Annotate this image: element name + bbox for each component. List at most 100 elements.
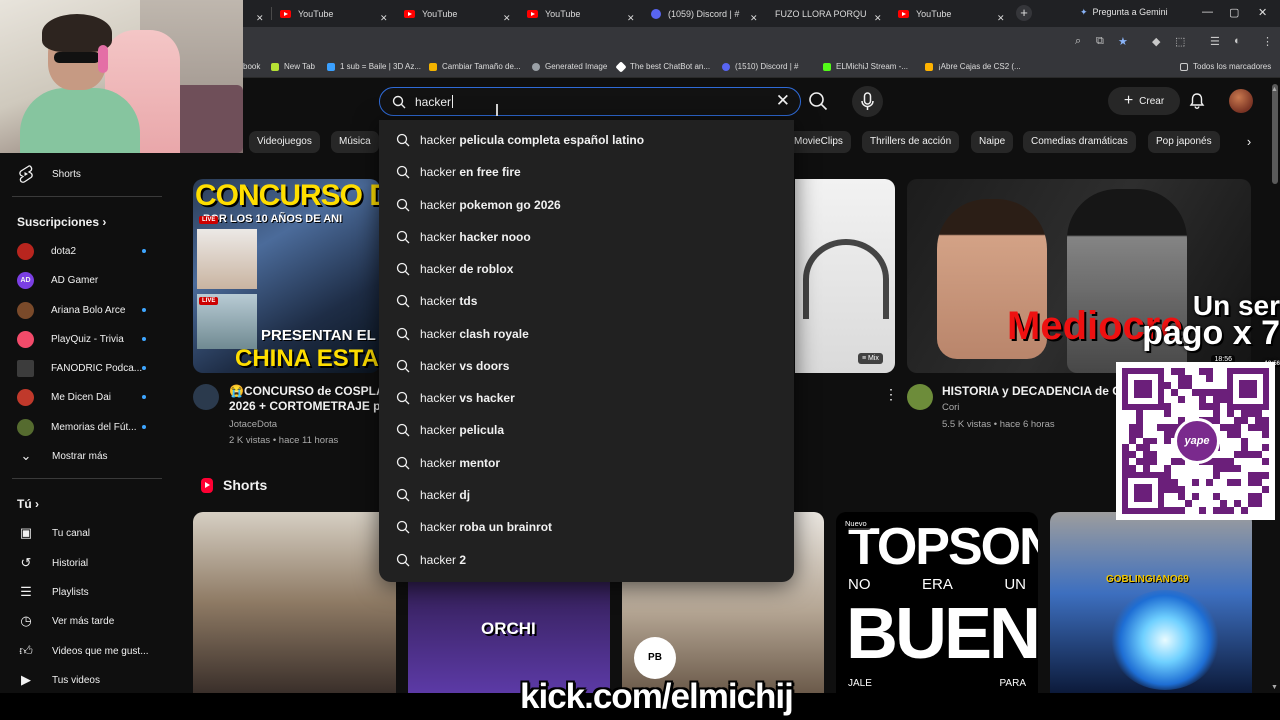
chips-next-arrow-icon[interactable]: › — [1239, 131, 1259, 153]
sidebar-item-watch-later[interactable]: ◷ Ver más tarde — [17, 611, 114, 631]
voice-search-button[interactable] — [852, 86, 883, 117]
microphone-icon — [861, 92, 874, 110]
search-suggestion[interactable]: hacker de roblox — [379, 254, 794, 284]
sidebar-channel[interactable]: AD AD Gamer — [17, 270, 98, 290]
all-bookmarks-folder[interactable]: Todos los marcadores — [1180, 62, 1271, 71]
qr-cell — [1171, 403, 1178, 410]
more-options-icon[interactable]: ⋮ — [884, 387, 898, 401]
search-input[interactable]: hacker ✕ — [379, 87, 801, 116]
short-thumbnail[interactable] — [193, 512, 396, 693]
extension-icon[interactable]: ◆ — [1152, 35, 1160, 48]
page-scrollbar[interactable] — [1272, 84, 1278, 184]
bookmark-item[interactable]: (1510) Discord | # — [722, 62, 798, 71]
you-heading[interactable]: Tú › — [17, 497, 39, 511]
new-content-dot — [142, 395, 146, 399]
search-suggestion[interactable]: hacker pelicula — [379, 415, 794, 445]
video-title[interactable]: HISTORIA y DECADENCIA de CU — [942, 384, 1130, 399]
filter-chip[interactable]: MovieClips — [786, 131, 851, 153]
filter-chip[interactable]: Naipe — [971, 131, 1014, 153]
bookmark-item[interactable]: ELMichiJ Stream -... — [823, 62, 908, 71]
bookmark-item[interactable]: New Tab — [271, 62, 315, 71]
search-suggestion[interactable]: hacker clash royale — [379, 319, 794, 349]
show-more-button[interactable]: ⌄ Mostrar más — [17, 446, 108, 466]
search-suggestion[interactable]: hacker 2 — [379, 545, 794, 575]
filter-chip[interactable]: Comedias dramáticas — [1023, 131, 1136, 153]
sidebar-item-history[interactable]: ↺ Historial — [17, 553, 89, 573]
bookmark-item[interactable]: Cambiar Tamaño de... — [429, 62, 521, 71]
video-thumbnail[interactable]: CONCURSO D POR LOS 10 AÑOS DE ANI LIVE L… — [193, 179, 380, 373]
shorts-section-title: Shorts — [201, 477, 267, 493]
maximize-icon[interactable]: ▢ — [1229, 6, 1239, 19]
sidebar-channel[interactable]: FANODRIC Podca... — [17, 358, 142, 378]
sidebar-channel[interactable]: PlayQuiz - Trivia — [17, 329, 124, 349]
bookmark-label: New Tab — [284, 62, 315, 71]
search-suggestion[interactable]: hacker vs doors — [379, 351, 794, 381]
bookmark-star-icon[interactable]: ★ — [1118, 35, 1128, 48]
search-icon — [396, 456, 410, 470]
sidebar-channel[interactable]: dota2 — [17, 241, 76, 261]
channel-name[interactable]: Cori — [942, 402, 959, 413]
close-window-icon[interactable]: ✕ — [1258, 6, 1267, 19]
qr-cell — [1206, 368, 1213, 375]
gemini-button[interactable]: ✦ Pregunta a Gemini — [1080, 7, 1168, 18]
search-suggestion[interactable]: hacker roba un brainrot — [379, 512, 794, 542]
sidebar-channel[interactable]: Ariana Bolo Arce — [17, 300, 126, 320]
search-suggestion[interactable]: hacker dj — [379, 480, 794, 510]
browser-tab[interactable]: YouTube — [280, 2, 333, 25]
sidebar-item-your-channel[interactable]: ▣ Tu canal — [17, 523, 90, 543]
search-suggestion[interactable]: hacker mentor — [379, 448, 794, 478]
bookmark-item[interactable]: Generated Image — [532, 62, 607, 71]
profile-icon[interactable]: ◐ — [1234, 35, 1241, 47]
subscriptions-heading[interactable]: Suscripciones › — [17, 215, 106, 229]
puzzle-icon[interactable]: ⬚ — [1175, 35, 1185, 48]
clear-search-icon[interactable]: ✕ — [776, 92, 790, 110]
browser-tab[interactable]: (1059) Discord | # — [651, 2, 739, 25]
media-icon[interactable]: ☰ — [1210, 35, 1220, 48]
bookmark-item[interactable]: ¡Abre Cajas de CS2 (... — [925, 62, 1021, 71]
search-suggestion[interactable]: hacker pelicula completa español latino — [379, 125, 794, 155]
short-thumbnail[interactable]: TOPSON NO ERA UN BUEN JALE PARA — [836, 512, 1038, 693]
browser-tab[interactable]: YouTube — [404, 2, 457, 25]
menu-icon[interactable]: ⋮ — [1262, 35, 1273, 48]
scroll-down-arrow-icon[interactable]: ▼ — [1271, 684, 1278, 691]
channel-avatar[interactable] — [193, 384, 219, 410]
bookmark-item[interactable]: book — [243, 62, 260, 71]
search-suggestion[interactable]: hacker hacker nooo — [379, 222, 794, 252]
new-tab-button[interactable]: + — [1016, 5, 1032, 21]
search-suggestion[interactable]: hacker vs hacker — [379, 383, 794, 413]
channel-avatar — [17, 330, 34, 348]
video-thumbnail[interactable]: ≡ Mix — [795, 179, 895, 373]
search-suggestion[interactable]: hacker en free fire — [379, 157, 794, 187]
search-button[interactable] — [808, 91, 828, 111]
account-avatar[interactable] — [1229, 89, 1253, 113]
notifications-bell-icon[interactable] — [1188, 92, 1206, 110]
qr-cell — [1248, 451, 1255, 459]
zoom-icon[interactable]: ⌕ — [1075, 35, 1081, 48]
browser-tab[interactable]: YouTube — [527, 2, 580, 25]
video-title[interactable]: 😭CONCURSO de COSPLAY 2026 + CORTOMETRAJE … — [229, 384, 392, 414]
filter-chip[interactable]: Videojuegos — [249, 131, 320, 153]
bookmark-item[interactable]: The best ChatBot an... — [615, 60, 710, 73]
qr-cell — [1185, 389, 1192, 396]
create-button[interactable]: + Crear — [1108, 87, 1180, 115]
browser-tab[interactable]: FUZO LLORA PORQU — [775, 2, 867, 25]
sidebar-item-playlists[interactable]: ☰ Playlists — [17, 582, 89, 602]
sidebar-channel[interactable]: Me Dicen Dai — [17, 387, 111, 407]
sidebar-item-shorts[interactable]: Shorts — [17, 164, 81, 184]
channel-avatar[interactable] — [907, 384, 933, 410]
browser-tab-active[interactable]: YouTube — [898, 2, 951, 25]
filter-chip[interactable]: Thrillers de acción — [862, 131, 960, 153]
scroll-up-arrow-icon[interactable]: ▲ — [1271, 86, 1278, 93]
search-suggestion[interactable]: hacker pokemon go 2026 — [379, 190, 794, 220]
search-suggestion[interactable]: hacker tds — [379, 286, 794, 316]
install-icon[interactable]: ⧉ — [1096, 35, 1104, 48]
filter-chip[interactable]: Música — [331, 131, 379, 153]
filter-chip[interactable]: Pop japonés — [1148, 131, 1220, 153]
minimize-icon[interactable]: — — [1202, 6, 1213, 18]
bookmark-item[interactable]: 1 sub = Baile | 3D Az... — [327, 62, 421, 71]
sidebar-item-your-videos[interactable]: ▶ Tus videos — [17, 670, 100, 690]
sidebar-item-liked-videos[interactable]: 👍︎ Videos que me gust... — [17, 641, 148, 661]
channel-name[interactable]: JotaceDota — [229, 419, 277, 430]
short-thumbnail[interactable]: GOBLINGIANO69 — [1050, 512, 1252, 693]
sidebar-channel[interactable]: Memorias del Fút... — [17, 417, 137, 437]
